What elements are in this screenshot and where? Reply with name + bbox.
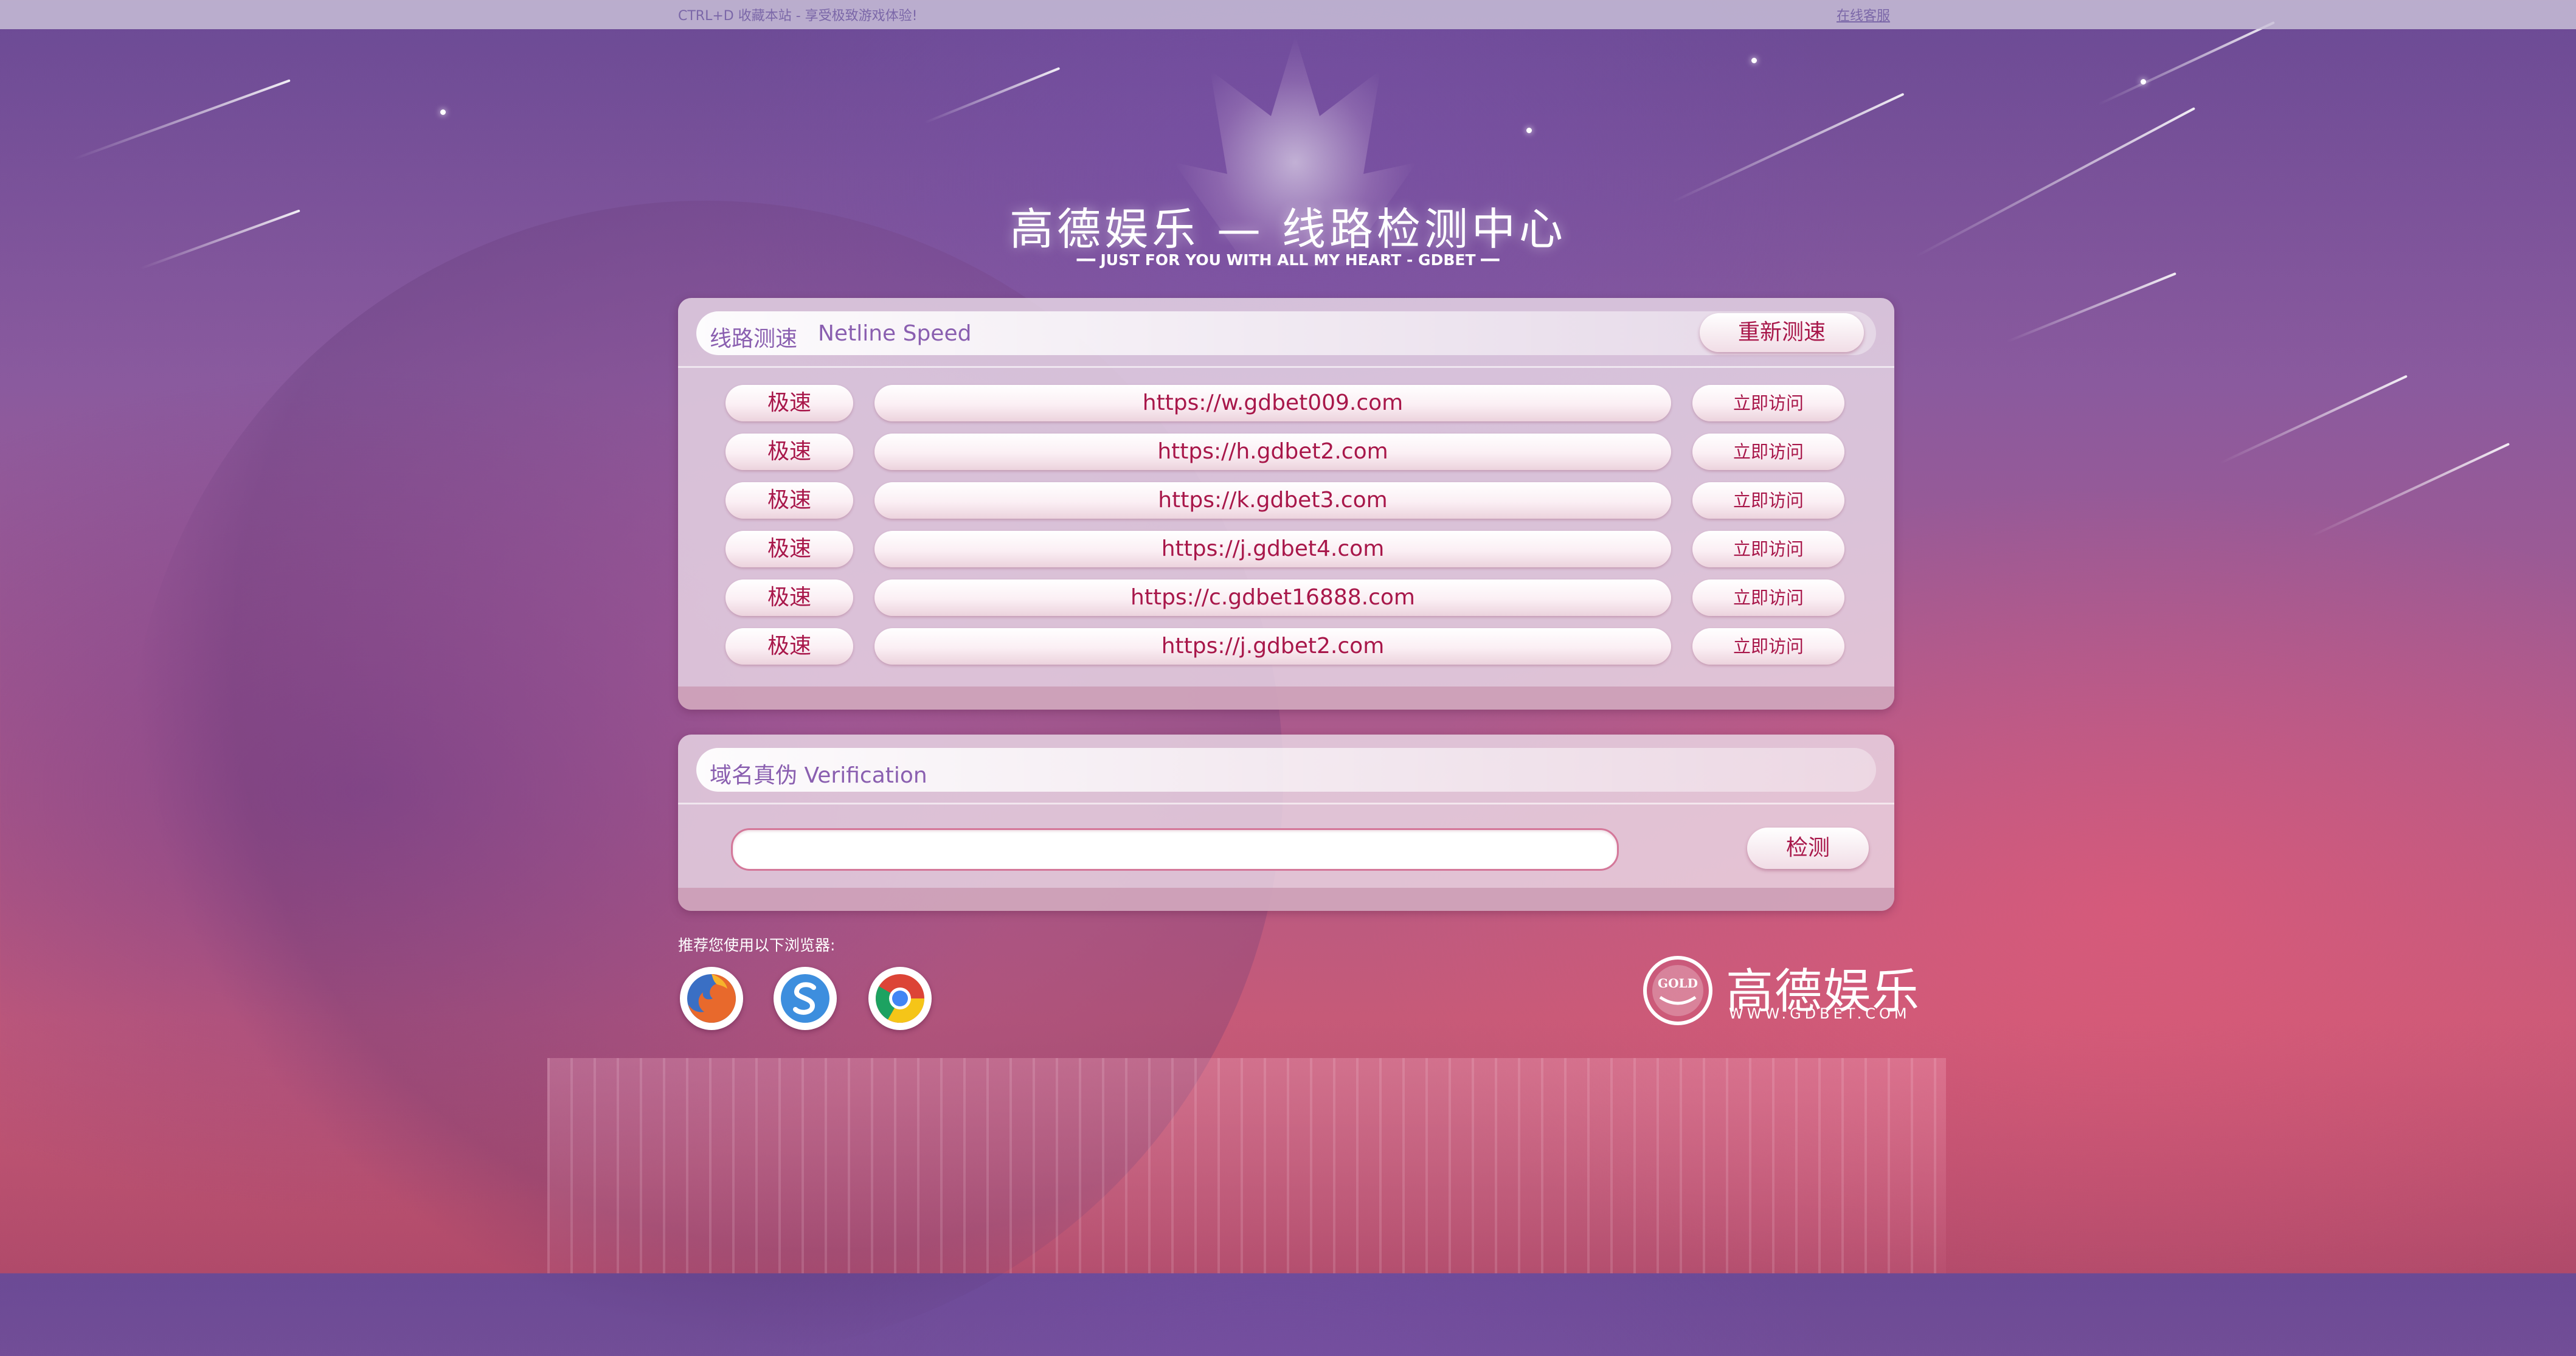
visit-button[interactable]: 立即访问 — [1692, 531, 1844, 567]
chrome-icon — [876, 974, 924, 1023]
shooting-star — [139, 209, 300, 270]
verify-panel: 域名真伪 Verification 检测 — [678, 735, 1894, 911]
speed-row: 极速 https://c.gdbet16888.com 立即访问 — [678, 579, 1894, 617]
speed-badge: 极速 — [725, 531, 853, 567]
speed-row: 极速 https://w.gdbet009.com 立即访问 — [678, 385, 1894, 423]
divider — [678, 366, 1894, 368]
shooting-star — [2006, 272, 2176, 343]
speed-badge: 极速 — [725, 579, 853, 616]
line-url: https://j.gdbet4.com — [874, 531, 1671, 567]
visit-button[interactable]: 立即访问 — [1692, 579, 1844, 616]
speed-row: 极速 https://h.gdbet2.com 立即访问 — [678, 434, 1894, 471]
speed-badge: 极速 — [725, 482, 853, 519]
speed-badge: 极速 — [725, 628, 853, 665]
chrome-browser-link[interactable] — [868, 967, 932, 1030]
safari-browser-link[interactable] — [774, 967, 837, 1030]
verify-panel-label: 域名真伪 Verification — [710, 763, 927, 788]
speed-panel-label: 线路测速 — [710, 327, 798, 351]
speed-row: 极速 https://j.gdbet4.com 立即访问 — [678, 531, 1894, 569]
speed-row: 极速 https://j.gdbet2.com 立即访问 — [678, 628, 1894, 666]
line-url: https://h.gdbet2.com — [874, 434, 1671, 470]
shooting-star — [1672, 92, 1905, 203]
verify-panel-header: 域名真伪 Verification — [696, 748, 1876, 792]
browser-tip: 推荐您使用以下浏览器: — [678, 936, 836, 954]
online-service-link[interactable]: 在线客服 — [1837, 5, 1890, 24]
speed-panel-header: 线路测速 Netline Speed — [696, 311, 1876, 355]
safari-icon — [781, 974, 829, 1023]
star — [2141, 79, 2146, 85]
firefox-icon — [687, 974, 736, 1023]
shooting-star — [924, 67, 1061, 124]
speed-badge: 极速 — [725, 434, 853, 470]
page-subtitle: ━━ JUST FOR YOU WITH ALL MY HEART - GDBE… — [1076, 251, 1500, 269]
bookmark-tip: CTRL+D 收藏本站 - 享受极致游戏体验! — [678, 9, 918, 24]
panel-footer-bar — [678, 888, 1894, 911]
shooting-star — [1915, 107, 2196, 258]
top-bar: CTRL+D 收藏本站 - 享受极致游戏体验! 在线客服 — [0, 0, 2576, 29]
shooting-star — [72, 79, 291, 161]
seal-text: GOLD — [1658, 976, 1698, 991]
line-url: https://c.gdbet16888.com — [874, 579, 1671, 616]
speed-row: 极速 https://k.gdbet3.com 立即访问 — [678, 482, 1894, 520]
page-title: 高德娱乐 — 线路检测中心 — [1009, 204, 1567, 255]
speed-panel: 线路测速 Netline Speed 重新测速 极速 https://w.gdb… — [678, 298, 1894, 710]
shooting-star — [2097, 21, 2275, 106]
star — [1526, 128, 1532, 133]
retest-button[interactable]: 重新测速 — [1700, 313, 1864, 352]
line-url: https://k.gdbet3.com — [874, 482, 1671, 519]
shooting-star — [2310, 443, 2510, 538]
visit-button[interactable]: 立即访问 — [1692, 628, 1844, 665]
speed-panel-label-en: Netline Speed — [818, 321, 972, 346]
visit-button[interactable]: 立即访问 — [1692, 434, 1844, 470]
firefox-browser-link[interactable] — [680, 967, 743, 1030]
line-url: https://j.gdbet2.com — [874, 628, 1671, 665]
domain-input[interactable] — [731, 828, 1619, 871]
brand-domain: WWW.GDBET.COM — [1729, 1005, 1911, 1022]
visit-button[interactable]: 立即访问 — [1692, 482, 1844, 519]
star — [1751, 58, 1757, 63]
divider — [678, 803, 1894, 804]
visit-button[interactable]: 立即访问 — [1692, 385, 1844, 421]
shooting-star — [2219, 375, 2408, 465]
brand-seal-logo: GOLD — [1643, 956, 1712, 1025]
background-reflection — [547, 1058, 1946, 1273]
star — [440, 109, 446, 115]
check-button[interactable]: 检测 — [1747, 828, 1869, 869]
speed-badge: 极速 — [725, 385, 853, 421]
panel-footer-bar — [678, 687, 1894, 710]
line-url: https://w.gdbet009.com — [874, 385, 1671, 421]
